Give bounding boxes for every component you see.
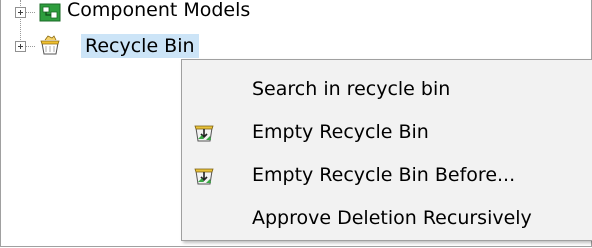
context-menu: Search in recycle bin Empty Recycle Bin — [181, 59, 592, 241]
empty-bin-icon — [192, 120, 216, 144]
menu-item-label: Search in recycle bin — [252, 78, 451, 100]
menu-item-label: Approve Deletion Recursively — [252, 207, 532, 229]
menu-item-label: Empty Recycle Bin Before... — [252, 164, 516, 186]
component-models-icon — [39, 1, 61, 23]
tree-item-label: Component Models — [67, 0, 251, 21]
expand-icon[interactable] — [15, 7, 26, 18]
menu-item-empty-recycle-bin[interactable]: Empty Recycle Bin — [182, 113, 592, 151]
tree-connector-line — [25, 46, 35, 47]
tree-connector-line — [25, 12, 35, 13]
empty-bin-icon — [192, 163, 216, 187]
menu-item-approve-deletion-recursively[interactable]: Approve Deletion Recursively — [182, 199, 592, 237]
recycle-bin-icon — [39, 34, 61, 56]
menu-item-search-recycle-bin[interactable]: Search in recycle bin — [182, 70, 592, 108]
menu-item-label: Empty Recycle Bin — [252, 121, 429, 143]
expand-icon[interactable] — [15, 41, 26, 52]
tree-item-label: Recycle Bin — [81, 34, 199, 58]
menu-item-empty-recycle-bin-before[interactable]: Empty Recycle Bin Before... — [182, 156, 592, 194]
